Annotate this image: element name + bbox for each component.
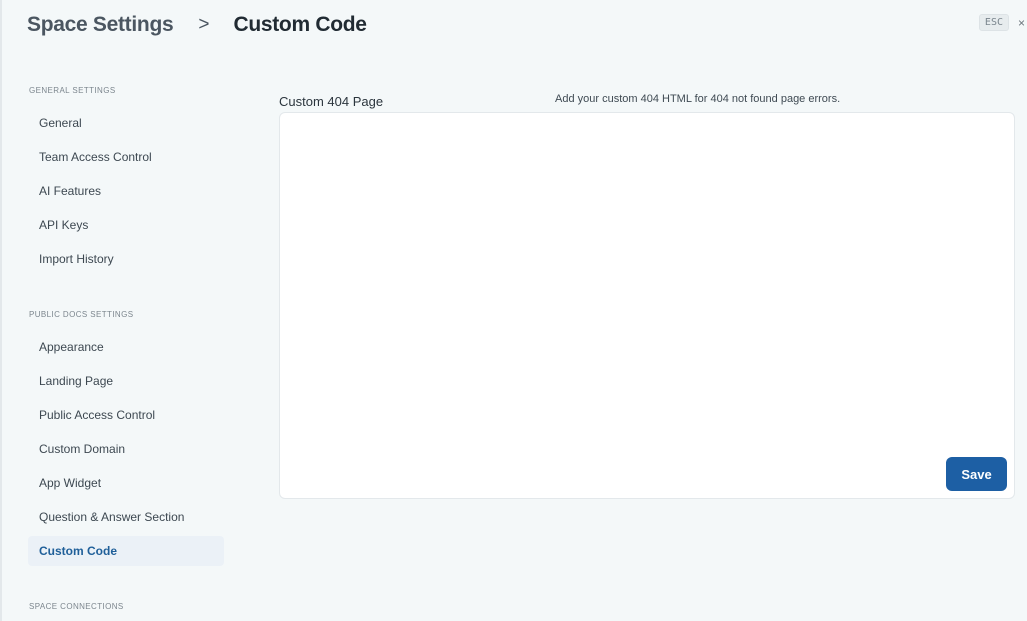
sidebar-item-appearance[interactable]: Appearance: [28, 332, 224, 362]
page-title: Custom Code: [233, 13, 367, 36]
sidebar-item-app-widget[interactable]: App Widget: [28, 468, 224, 498]
chevron-right-icon: >: [198, 14, 210, 35]
close-control[interactable]: ESC ×: [978, 14, 1025, 31]
save-button[interactable]: Save: [946, 457, 1007, 491]
esc-key-badge[interactable]: ESC: [978, 14, 1009, 31]
sidebar-item-public-access-control[interactable]: Public Access Control: [28, 400, 224, 430]
breadcrumb-space-settings[interactable]: Space Settings: [27, 13, 174, 37]
settings-sidebar: GENERAL SETTINGS General Team Access Con…: [28, 86, 224, 614]
sidebar-item-landing-page[interactable]: Landing Page: [28, 366, 224, 396]
sidebar-item-custom-domain[interactable]: Custom Domain: [28, 434, 224, 464]
close-icon[interactable]: ×: [1018, 16, 1025, 30]
general-settings-list: General Team Access Control AI Features …: [28, 108, 224, 274]
custom-404-editor[interactable]: Save: [279, 112, 1015, 499]
sidebar-item-general[interactable]: General: [28, 108, 224, 138]
public-docs-settings-list: Appearance Landing Page Public Access Co…: [28, 332, 224, 566]
custom-404-description: Add your custom 404 HTML for 404 not fou…: [555, 93, 841, 105]
section-title-general: GENERAL SETTINGS: [29, 86, 116, 95]
section-title-space-connections: SPACE CONNECTIONS: [29, 602, 124, 611]
sidebar-item-api-keys[interactable]: API Keys: [28, 210, 224, 240]
section-title-public-docs: PUBLIC DOCS SETTINGS: [29, 310, 134, 319]
sidebar-item-ai-features[interactable]: AI Features: [28, 176, 224, 206]
sidebar-item-team-access-control[interactable]: Team Access Control: [28, 142, 224, 172]
sidebar-item-import-history[interactable]: Import History: [28, 244, 224, 274]
sidebar-item-question-answer-section[interactable]: Question & Answer Section: [28, 502, 224, 532]
sidebar-item-custom-code[interactable]: Custom Code: [28, 536, 224, 566]
window-edge: [0, 0, 2, 621]
breadcrumb: Space Settings > Custom Code: [27, 10, 367, 40]
custom-404-label: Custom 404 Page: [279, 94, 384, 109]
